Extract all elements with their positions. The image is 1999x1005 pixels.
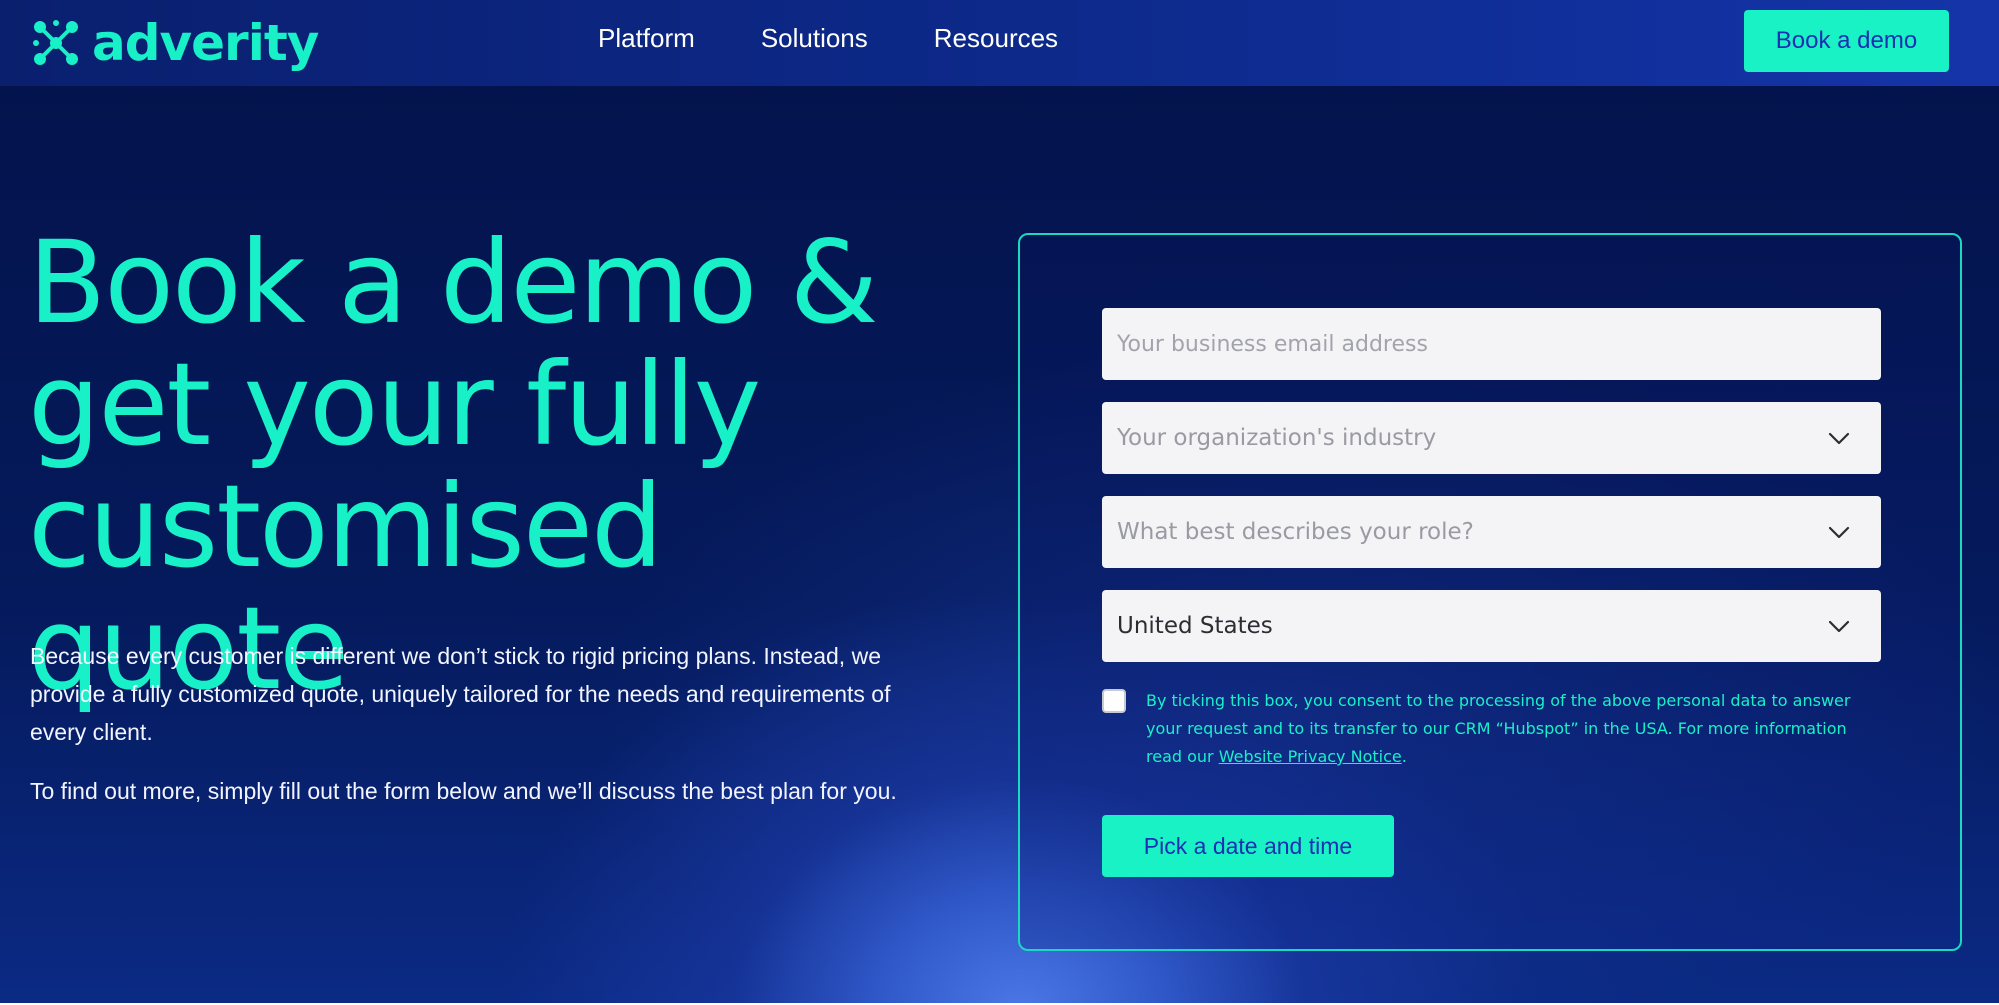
country-select[interactable]: United States [1102, 590, 1881, 662]
email-input[interactable] [1117, 331, 1866, 357]
chevron-down-icon [1828, 432, 1850, 445]
consent-checkbox[interactable] [1102, 689, 1126, 713]
role-select-value: What best describes your role? [1117, 519, 1474, 545]
logo-wordmark: adverity [92, 14, 319, 72]
consent-text: By ticking this box, you consent to the … [1146, 687, 1876, 771]
privacy-notice-link[interactable]: Website Privacy Notice [1219, 747, 1402, 766]
nav-solutions[interactable]: Solutions [761, 18, 868, 58]
hero-description: Because every customer is different we d… [30, 643, 891, 745]
industry-select-value: Your organization's industry [1117, 425, 1437, 451]
chevron-down-icon [1828, 526, 1850, 539]
nav-resources[interactable]: Resources [934, 18, 1058, 58]
top-navigation: adverity Platform Solutions Resources Bo… [0, 0, 1999, 86]
consent-end: . [1401, 747, 1407, 766]
nav-platform[interactable]: Platform [598, 18, 695, 58]
adverity-logo-mark-icon [33, 20, 78, 65]
email-field[interactable] [1102, 308, 1881, 380]
book-demo-nav-button[interactable]: Book a demo [1744, 10, 1949, 72]
hero-title-line-1: Book a demo & [28, 216, 878, 349]
country-select-value: United States [1117, 613, 1273, 639]
role-select[interactable]: What best describes your role? [1102, 496, 1881, 568]
hero-title-line-2: get your fully [28, 338, 761, 471]
page: adverity Platform Solutions Resources Bo… [0, 0, 1999, 1003]
hero-instruction: To find out more, simply fill out the fo… [30, 778, 897, 804]
primary-nav: Platform Solutions Resources [598, 18, 1058, 58]
chevron-down-icon [1828, 620, 1850, 633]
industry-select[interactable]: Your organization's industry [1102, 402, 1881, 474]
logo[interactable]: adverity [30, 12, 319, 74]
demo-request-form: Your organization's industry What best d… [1018, 233, 1962, 951]
pick-date-time-button[interactable]: Pick a date and time [1102, 815, 1394, 877]
